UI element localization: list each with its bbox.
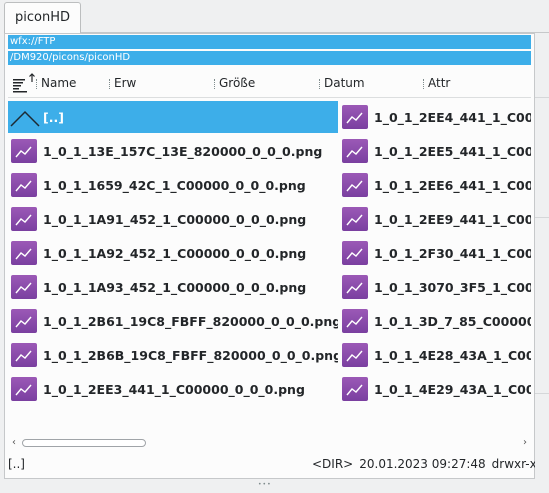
list-item-label: 1_0_1_2EE9_441_1_C00000 (374, 211, 531, 227)
list-item-parent-dir[interactable]: [..] (8, 101, 338, 133)
list-item[interactable]: 1_0_1_1A91_452_1_C00000_0_0_0.png (8, 203, 338, 235)
list-item-label: 1_0_1_13E_157C_13E_820000_0_0_0.png (43, 143, 323, 159)
list-item[interactable]: 1_0_1_1A92_452_1_C00000_0_0_0.png (8, 237, 338, 269)
list-item[interactable]: 1_0_1_2F30_441_1_C00000 (339, 237, 531, 269)
image-file-icon (11, 377, 37, 401)
list-item[interactable]: 1_0_1_1659_42C_1_C00000_0_0_0.png (8, 169, 338, 201)
column-groesse-label: Größe (219, 76, 256, 90)
tab-bar: piconHD (0, 0, 549, 33)
column-erw-label: Erw (114, 76, 137, 90)
list-item-label: 1_0_1_2B61_19C8_FBFF_820000_0_0_0.png (43, 313, 338, 329)
list-item-label: 1_0_1_3D_7_85_C00000_0_ (374, 313, 531, 329)
list-item[interactable]: 1_0_1_1A93_452_1_C00000_0_0_0.png (8, 271, 338, 303)
list-item-label: 1_0_1_1A93_452_1_C00000_0_0_0.png (43, 279, 307, 295)
list-item-label: 1_0_1_4E28_43A_1_C00000 (374, 347, 531, 363)
list-item-label: 1_0_1_3070_3F5_1_C00000 (374, 279, 531, 295)
splitter-grip-icon[interactable]: ••• (258, 481, 271, 488)
list-item[interactable]: 1_0_1_2B6B_19C8_FBFF_820000_0_0_0.png (8, 339, 338, 371)
column-datum-label: Datum (324, 76, 365, 90)
image-file-icon (11, 241, 37, 265)
status-type: <DIR> (312, 457, 354, 471)
list-item-label: 1_0_1_2EE4_441_1_C00000 (374, 109, 531, 125)
status-details: <DIR> 20.01.2023 09:27:48 drwxr-xr-x (312, 452, 549, 476)
column-separator (319, 78, 321, 89)
column-header: Name Erw Größe Datum Attr (8, 68, 531, 98)
column-attr-label: Attr (428, 76, 451, 90)
status-name: [..] (8, 457, 25, 471)
list-item-label: 1_0_1_2EE3_441_1_C00000_0_0_0.png (43, 381, 305, 397)
image-file-icon (11, 309, 37, 333)
image-file-icon (11, 173, 37, 197)
status-bar: [..] <DIR> 20.01.2023 09:27:48 drwxr-xr-x (4, 452, 549, 476)
list-item[interactable]: 1_0_1_2B61_19C8_FBFF_820000_0_0_0.png (8, 305, 338, 337)
column-separator (36, 78, 38, 89)
divider (535, 97, 549, 98)
list-item[interactable]: 1_0_1_2EE3_441_1_C00000_0_0_0.png (8, 373, 338, 405)
column-name-label: Name (41, 76, 77, 90)
list-item-label: 1_0_1_1A91_452_1_C00000_0_0_0.png (43, 211, 307, 227)
list-item[interactable]: 1_0_1_3D_7_85_C00000_0_ (339, 305, 531, 337)
image-file-icon (342, 173, 368, 197)
image-file-icon (342, 241, 368, 265)
list-item-label: 1_0_1_2F30_441_1_C00000 (374, 245, 531, 261)
list-item-label: 1_0_1_2EE5_441_1_C00000 (374, 143, 531, 159)
list-item-label: 1_0_1_1A92_452_1_C00000_0_0_0.png (43, 245, 307, 261)
list-item-label: 1_0_1_4E29_43A_1_C00000 (374, 381, 531, 397)
column-erw[interactable]: Erw (109, 68, 136, 98)
list-item[interactable]: 1_0_1_4E28_43A_1_C00000 (339, 339, 531, 371)
list-item-label: [..] (43, 109, 64, 125)
divider (535, 217, 549, 218)
list-item-label: 1_0_1_2B6B_19C8_FBFF_820000_0_0_0.png (43, 347, 338, 363)
current-path-bar[interactable]: /DM920/picons/piconHD (8, 51, 531, 65)
list-item[interactable]: 1_0_1_2EE4_441_1_C00000 (339, 101, 531, 133)
root-path-bar[interactable]: wfx://FTP (8, 35, 531, 49)
list-item[interactable]: 1_0_1_3070_3F5_1_C00000 (339, 271, 531, 303)
image-file-icon (342, 343, 368, 367)
column-separator (423, 78, 425, 89)
column-separator (109, 78, 111, 89)
tab-piconhd[interactable]: piconHD (4, 2, 81, 33)
list-item[interactable]: 1_0_1_13E_157C_13E_820000_0_0_0.png (8, 135, 338, 167)
image-file-icon (11, 139, 37, 163)
adjacent-panel-edge (535, 33, 549, 479)
list-item-label: 1_0_1_2EE6_441_1_C00000 (374, 177, 531, 193)
image-file-icon (342, 275, 368, 299)
list-item[interactable]: 1_0_1_2EE6_441_1_C00000 (339, 169, 531, 201)
horizontal-scrollbar[interactable]: ‹ › (8, 436, 531, 450)
up-directory-icon (10, 110, 40, 127)
scrollbar-thumb[interactable] (22, 439, 146, 447)
column-name[interactable]: Name (36, 68, 76, 98)
column-groesse[interactable]: Größe (214, 68, 255, 98)
image-file-icon (342, 309, 368, 333)
column-datum[interactable]: Datum (319, 68, 365, 98)
image-file-icon (11, 343, 37, 367)
image-file-icon (342, 207, 368, 231)
list-item[interactable]: 1_0_1_2EE9_441_1_C00000 (339, 203, 531, 235)
divider (535, 393, 549, 394)
list-item-label: 1_0_1_1659_42C_1_C00000_0_0_0.png (43, 177, 306, 193)
column-separator (214, 78, 216, 89)
file-list[interactable]: [..] 1_0_1_13E_157C_13E_820000_0_0_0.png… (8, 99, 531, 435)
list-item[interactable]: 1_0_1_2EE5_441_1_C00000 (339, 135, 531, 167)
sort-view-icon[interactable] (12, 72, 38, 96)
image-file-icon (11, 207, 37, 231)
scroll-right-icon[interactable]: › (519, 436, 531, 450)
image-file-icon (11, 275, 37, 299)
scrollbar-track[interactable] (22, 439, 516, 447)
status-datetime: 20.01.2023 09:27:48 (359, 457, 486, 471)
list-item[interactable]: 1_0_1_4E29_43A_1_C00000 (339, 373, 531, 405)
column-attr[interactable]: Attr (423, 68, 450, 98)
image-file-icon (342, 377, 368, 401)
image-file-icon (342, 105, 368, 129)
image-file-icon (342, 139, 368, 163)
scroll-left-icon[interactable]: ‹ (8, 436, 20, 450)
